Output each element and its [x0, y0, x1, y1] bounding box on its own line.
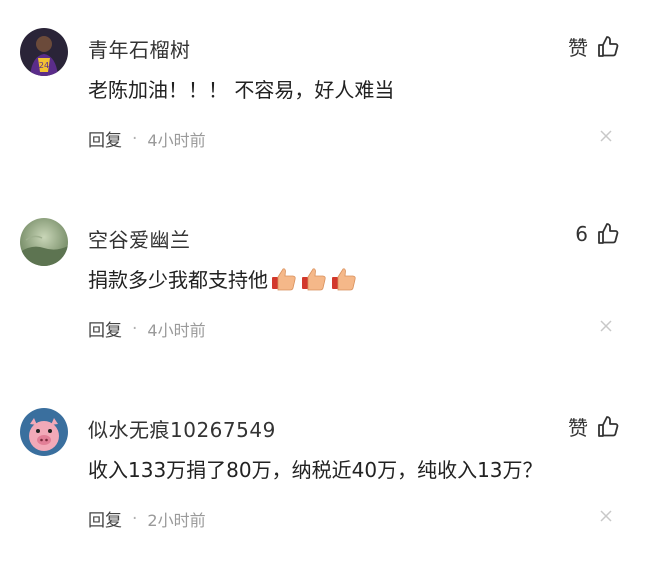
- timestamp: 4小时前: [147, 320, 206, 340]
- avatar-image: 24: [20, 28, 68, 76]
- comment-meta: 回复 · 2小时前: [88, 506, 206, 532]
- like-button[interactable]: 赞: [568, 32, 620, 61]
- thumbs-up-emoji: [270, 265, 298, 293]
- close-icon[interactable]: [598, 318, 614, 334]
- svg-text:24: 24: [39, 61, 49, 70]
- avatar[interactable]: 24: [20, 28, 68, 76]
- meta-separator: ·: [132, 318, 138, 339]
- avatar[interactable]: [20, 408, 68, 456]
- comment-text-body: 捐款多少我都支持他: [88, 268, 268, 292]
- avatar-image: [20, 408, 68, 456]
- close-icon[interactable]: [598, 128, 614, 144]
- comment-text: 捐款多少我都支持他: [88, 264, 358, 293]
- comment-text-body: 老陈加油！！！ 不容易，好人难当: [88, 78, 395, 102]
- comment-item: 空谷爱幽兰 6 捐款多少我都支持他 回复 · 4小时前: [0, 218, 650, 358]
- username[interactable]: 青年石榴树: [88, 34, 191, 63]
- like-count: 6: [575, 222, 588, 246]
- avatar-image: [20, 218, 68, 266]
- timestamp: 4小时前: [147, 130, 206, 150]
- reply-button[interactable]: 回复: [88, 316, 122, 341]
- thumbs-up-emoji: [300, 265, 328, 293]
- like-label: 赞: [568, 416, 588, 440]
- comment-item: 24 青年石榴树 赞 老陈加油！！！ 不容易，好人难当 回复 · 4小时前: [0, 28, 650, 168]
- comment-item: 似水无痕10267549 赞 收入133万捐了80万，纳税近40万，纯收入13万…: [0, 408, 650, 548]
- like-button[interactable]: 赞: [568, 412, 620, 441]
- thumbs-up-outline-icon: [596, 222, 620, 246]
- avatar[interactable]: [20, 218, 68, 266]
- reply-button[interactable]: 回复: [88, 506, 122, 531]
- thumbs-up-emoji: [330, 265, 358, 293]
- comment-meta: 回复 · 4小时前: [88, 316, 206, 342]
- username[interactable]: 空谷爱幽兰: [88, 224, 191, 253]
- comment-text: 老陈加油！！！ 不容易，好人难当: [88, 74, 394, 103]
- comment-meta: 回复 · 4小时前: [88, 126, 206, 152]
- comment-text: 收入133万捐了80万，纳税近40万，纯收入13万？: [88, 454, 543, 483]
- like-label: 赞: [568, 36, 588, 60]
- close-icon[interactable]: [598, 508, 614, 524]
- comment-text-body: 收入133万捐了80万，纳税近40万，纯收入13万？: [88, 458, 543, 482]
- meta-separator: ·: [132, 128, 138, 149]
- like-button[interactable]: 6: [575, 222, 620, 246]
- meta-separator: ·: [132, 508, 138, 529]
- thumbs-up-outline-icon: [596, 35, 620, 59]
- username[interactable]: 似水无痕10267549: [88, 414, 276, 443]
- thumbs-up-outline-icon: [596, 415, 620, 439]
- timestamp: 2小时前: [147, 510, 206, 530]
- reply-button[interactable]: 回复: [88, 126, 122, 151]
